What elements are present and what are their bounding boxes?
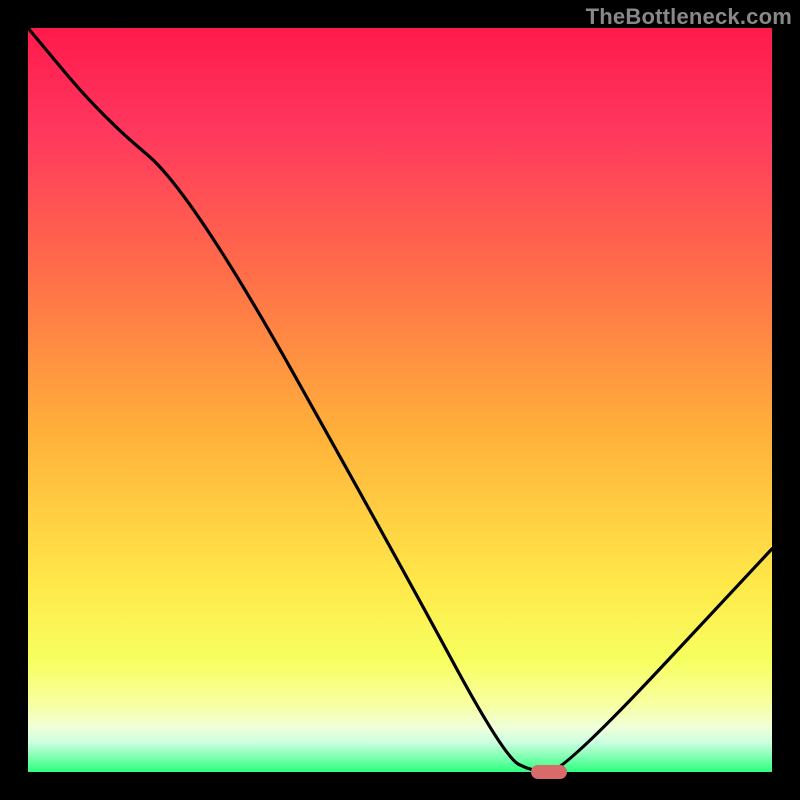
chart-frame: TheBottleneck.com (0, 0, 800, 800)
bottleneck-curve (28, 28, 772, 772)
watermark-text: TheBottleneck.com (586, 4, 792, 30)
optimum-marker (531, 765, 567, 779)
plot-area (28, 28, 772, 772)
curve-path (28, 28, 772, 772)
